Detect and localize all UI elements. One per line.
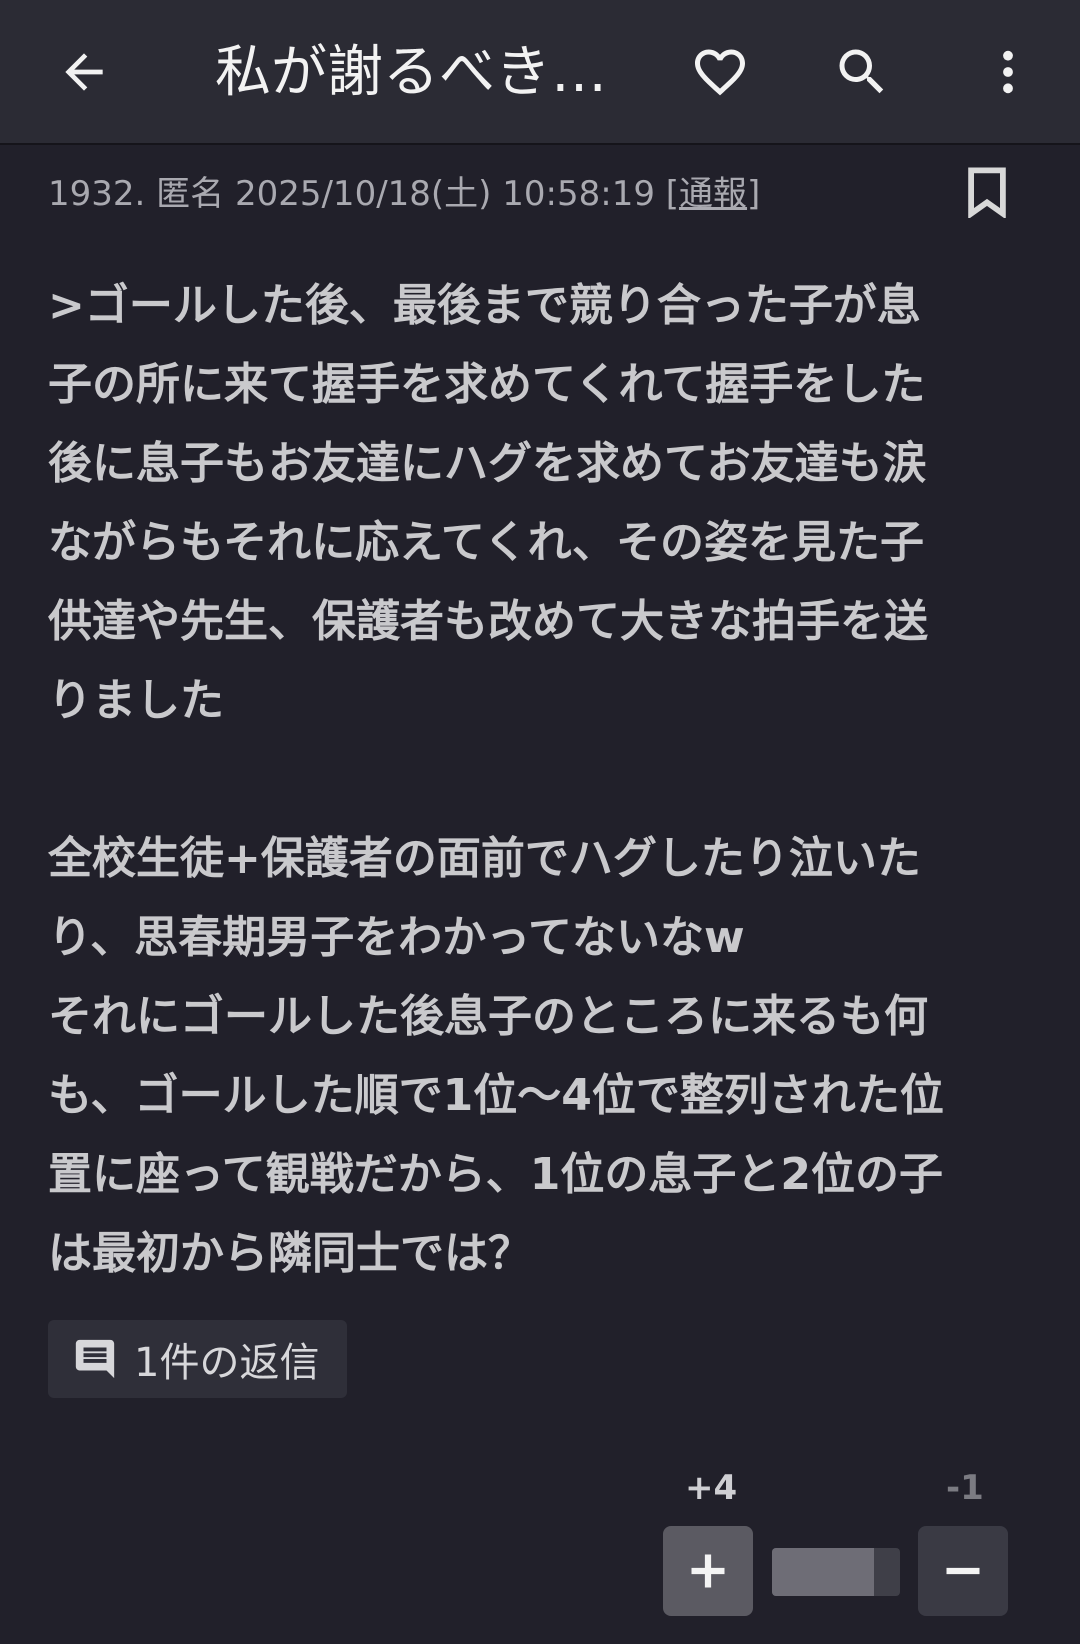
thread-title: 私が謝るべき… bbox=[215, 40, 607, 105]
report-link[interactable]: 通報 bbox=[679, 174, 747, 214]
search-button[interactable] bbox=[812, 22, 912, 122]
more-vertical-icon bbox=[1003, 50, 1013, 94]
plus-icon bbox=[691, 1554, 725, 1588]
vote-ratio-fill bbox=[772, 1548, 875, 1596]
more-options-button[interactable] bbox=[958, 22, 1058, 122]
bookmark-icon bbox=[968, 167, 1006, 220]
minus-vote-button[interactable] bbox=[918, 1526, 1008, 1616]
heart-outline-icon bbox=[695, 49, 745, 96]
post-body: >ゴールした後、最後まで競り合った子が息 子の所に来て握手を求めてくれて握手をし… bbox=[48, 280, 944, 1279]
post-meta: 1932. 匿名 2025/10/18(土) 10:58:19 [通報] bbox=[48, 166, 760, 215]
replies-label: 1件の返信 bbox=[134, 1340, 320, 1386]
favorite-button[interactable] bbox=[670, 22, 770, 122]
post-meta-end: ] bbox=[747, 174, 761, 214]
plus-vote-count: +4 bbox=[685, 1468, 738, 1508]
post-meta-text: 1932. 匿名 2025/10/18(土) 10:58:19 [ bbox=[48, 174, 680, 214]
vote-ratio-bar bbox=[772, 1548, 900, 1596]
back-button[interactable] bbox=[34, 22, 134, 122]
replies-button[interactable]: 1件の返信 bbox=[48, 1320, 348, 1398]
minus-vote-count: -1 bbox=[946, 1468, 984, 1508]
plus-vote-button[interactable] bbox=[663, 1526, 753, 1616]
bookmark-button[interactable] bbox=[966, 166, 1026, 226]
search-icon bbox=[839, 49, 884, 94]
top-app-bar: 私が謝るべき… bbox=[0, 0, 1080, 145]
minus-icon bbox=[946, 1567, 980, 1575]
comment-icon bbox=[75, 1339, 115, 1379]
arrow-left-icon bbox=[65, 53, 103, 91]
